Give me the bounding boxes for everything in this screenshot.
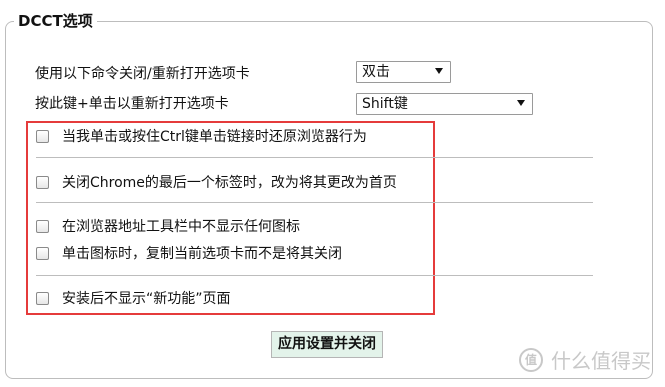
checkbox[interactable]	[36, 129, 49, 143]
key-click-value: Shift键	[362, 96, 408, 112]
checkbox-label: 在浏览器地址工具栏中不显示任何图标	[62, 219, 300, 235]
chevron-down-icon	[517, 100, 525, 106]
checkbox-label: 当我单击或按住Ctrl键单击链接时还原浏览器行为	[62, 129, 367, 145]
checkbox-label: 关闭Chrome的最后一个标签时，改为将其更改为首页	[62, 175, 397, 191]
watermark-logo-icon: 值	[519, 347, 543, 372]
checkbox-row-whats-new[interactable]: 安装后不显示“新功能”页面	[36, 288, 231, 308]
checkbox-row-hide-icon[interactable]: 在浏览器地址工具栏中不显示任何图标	[36, 216, 300, 236]
checkbox-label: 安装后不显示“新功能”页面	[62, 291, 231, 307]
close-reopen-select[interactable]: 双击	[356, 61, 451, 83]
checkbox[interactable]	[36, 291, 49, 305]
watermark-text: 什么值得买	[551, 349, 651, 373]
watermark: 值 什么值得买	[519, 345, 651, 374]
checkbox-label: 单击图标时，复制当前选项卡而不是将其关闭	[62, 246, 342, 262]
divider	[36, 157, 593, 158]
checkbox-row-restore-behavior[interactable]: 当我单击或按住Ctrl键单击链接时还原浏览器行为	[36, 126, 367, 146]
apply-and-close-button[interactable]: 应用设置并关闭	[271, 331, 383, 358]
checkbox-row-last-tab-homepage[interactable]: 关闭Chrome的最后一个标签时，改为将其更改为首页	[36, 172, 397, 192]
close-reopen-label: 使用以下命令关闭/重新打开选项卡	[35, 66, 250, 82]
key-click-select[interactable]: Shift键	[356, 93, 533, 115]
checkbox[interactable]	[36, 175, 49, 189]
divider	[36, 202, 593, 203]
checkbox-row-duplicate-tab[interactable]: 单击图标时，复制当前选项卡而不是将其关闭	[36, 243, 342, 263]
key-click-label: 按此键+单击以重新打开选项卡	[35, 96, 229, 112]
panel-legend: DCCT选项	[14, 11, 97, 31]
checkbox[interactable]	[36, 246, 49, 260]
divider	[36, 275, 593, 276]
checkbox[interactable]	[36, 219, 49, 233]
close-reopen-value: 双击	[362, 64, 390, 80]
chevron-down-icon	[435, 68, 443, 74]
